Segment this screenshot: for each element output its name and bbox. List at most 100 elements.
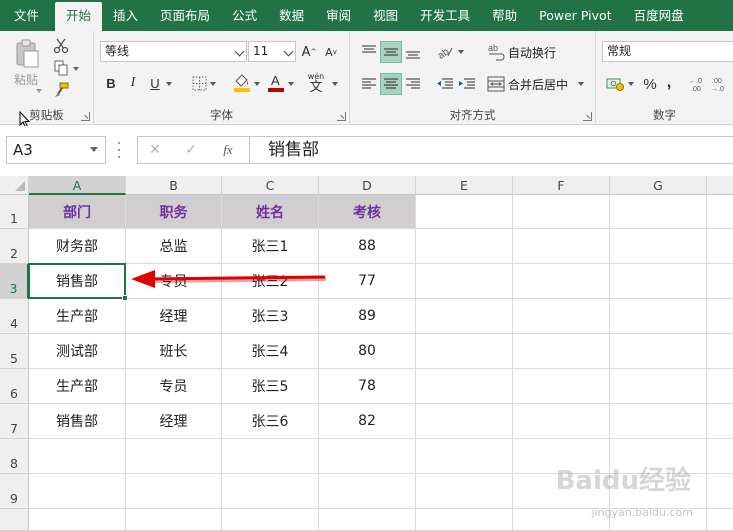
cell-d6[interactable]: 78 (319, 369, 416, 404)
borders-icon[interactable] (190, 74, 208, 92)
cancel-icon[interactable]: ✕ (146, 141, 164, 159)
format-painter-icon[interactable] (52, 81, 70, 99)
column-header-c[interactable]: C (222, 176, 319, 195)
cell-d5[interactable]: 80 (319, 334, 416, 369)
formula-input[interactable]: 销售部 (249, 136, 733, 164)
phonetic-dropdown-icon[interactable] (332, 82, 338, 86)
row-header-9[interactable]: 9 (0, 474, 29, 509)
cell-a10[interactable] (29, 509, 126, 531)
row-header-2[interactable]: 2 (0, 229, 29, 264)
cell-e10[interactable] (416, 509, 513, 531)
comma-style-button[interactable]: , (662, 71, 676, 93)
font-size-select[interactable]: 11 (248, 41, 296, 62)
cell-c3[interactable]: 张三2 (222, 264, 319, 299)
copy-dropdown-icon[interactable] (73, 67, 79, 71)
cell-b3[interactable]: 专员 (126, 264, 222, 299)
cell-e4[interactable] (416, 299, 513, 334)
cell-g5[interactable] (610, 334, 707, 369)
accounting-format-icon[interactable] (604, 73, 626, 95)
cell-e1[interactable] (416, 195, 513, 229)
cell-h8[interactable] (707, 439, 733, 474)
phonetic-guide-icon[interactable]: wén 文 (304, 71, 328, 95)
cell-h10[interactable] (707, 509, 733, 531)
tab-help[interactable]: 帮助 (481, 0, 528, 31)
cell-e3[interactable] (416, 264, 513, 299)
cell-f3[interactable] (513, 264, 610, 299)
decrease-decimal-icon[interactable]: .00 →.0 (710, 73, 730, 95)
column-header-f[interactable]: F (513, 176, 610, 195)
cell-b4[interactable]: 经理 (126, 299, 222, 334)
cell-c7[interactable]: 张三6 (222, 404, 319, 439)
cell-f2[interactable] (513, 229, 610, 264)
cell-h6[interactable] (707, 369, 733, 404)
cell-d10[interactable] (319, 509, 416, 531)
cell-g1[interactable] (610, 195, 707, 229)
cell-h2[interactable] (707, 229, 733, 264)
cell-b5[interactable]: 班长 (126, 334, 222, 369)
cell-d9[interactable] (319, 474, 416, 509)
tab-home[interactable]: 开始 (55, 2, 103, 31)
cell-b6[interactable]: 专员 (126, 369, 222, 404)
cell-h9[interactable] (707, 474, 733, 509)
cell-g6[interactable] (610, 369, 707, 404)
row-header-6[interactable]: 6 (0, 369, 29, 404)
cell-b2[interactable]: 总监 (126, 229, 222, 264)
tab-insert[interactable]: 插入 (102, 0, 149, 31)
cell-b8[interactable] (126, 439, 222, 474)
name-box-dropdown-icon[interactable] (90, 147, 98, 152)
paste-icon[interactable] (12, 39, 42, 69)
wrap-text-icon[interactable]: ab (486, 42, 506, 62)
align-right-icon[interactable] (402, 73, 424, 95)
cell-c1[interactable]: 姓名 (222, 195, 319, 229)
column-header-g[interactable]: G (610, 176, 707, 195)
cell-h5[interactable] (707, 334, 733, 369)
alignment-launcher-icon[interactable] (583, 112, 592, 121)
fill-handle[interactable] (122, 295, 128, 301)
paste-dropdown-icon[interactable] (36, 89, 42, 93)
wrap-text-label[interactable]: 自动换行 (508, 44, 556, 61)
cell-b1[interactable]: 职务 (126, 195, 222, 229)
clipboard-launcher-icon[interactable] (81, 112, 90, 121)
cell-a8[interactable] (29, 439, 126, 474)
cell-f1[interactable] (513, 195, 610, 229)
cell-e9[interactable] (416, 474, 513, 509)
row-header[interactable] (0, 509, 29, 531)
cell-c2[interactable]: 张三1 (222, 229, 319, 264)
cell-d3[interactable]: 77 (319, 264, 416, 299)
cell-a6[interactable]: 生产部 (29, 369, 126, 404)
tab-formulas[interactable]: 公式 (221, 0, 268, 31)
column-header-e[interactable]: E (416, 176, 513, 195)
orientation-dropdown-icon[interactable] (458, 50, 464, 54)
increase-indent-icon[interactable] (456, 73, 478, 95)
cell-b9[interactable] (126, 474, 222, 509)
cell-f5[interactable] (513, 334, 610, 369)
cell-g3[interactable] (610, 264, 707, 299)
font-name-select[interactable]: 等线 (100, 41, 247, 62)
font-color-icon[interactable]: A (266, 71, 286, 93)
merge-center-icon[interactable] (486, 74, 506, 94)
tab-data[interactable]: 数据 (268, 0, 315, 31)
underline-dropdown-icon[interactable] (166, 82, 172, 86)
copy-icon[interactable] (52, 59, 70, 77)
tab-review[interactable]: 审阅 (315, 0, 362, 31)
cell-e7[interactable] (416, 404, 513, 439)
cell-b10[interactable] (126, 509, 222, 531)
cell-d8[interactable] (319, 439, 416, 474)
accounting-dropdown-icon[interactable] (628, 82, 634, 86)
merge-center-dropdown-icon[interactable] (578, 82, 584, 86)
cell-e2[interactable] (416, 229, 513, 264)
cell-d1[interactable]: 考核 (319, 195, 416, 229)
borders-dropdown-icon[interactable] (210, 82, 216, 86)
cell-a9[interactable] (29, 474, 126, 509)
cell-h1[interactable] (707, 195, 733, 229)
tab-developer[interactable]: 开发工具 (409, 0, 481, 31)
cell-c9[interactable] (222, 474, 319, 509)
cell-f4[interactable] (513, 299, 610, 334)
cell-d4[interactable]: 89 (319, 299, 416, 334)
percent-style-button[interactable]: % (640, 73, 660, 95)
cell-g2[interactable] (610, 229, 707, 264)
cell-c10[interactable] (222, 509, 319, 531)
cell-a2[interactable]: 财务部 (29, 229, 126, 264)
column-header[interactable] (707, 176, 733, 195)
cell-c6[interactable]: 张三5 (222, 369, 319, 404)
